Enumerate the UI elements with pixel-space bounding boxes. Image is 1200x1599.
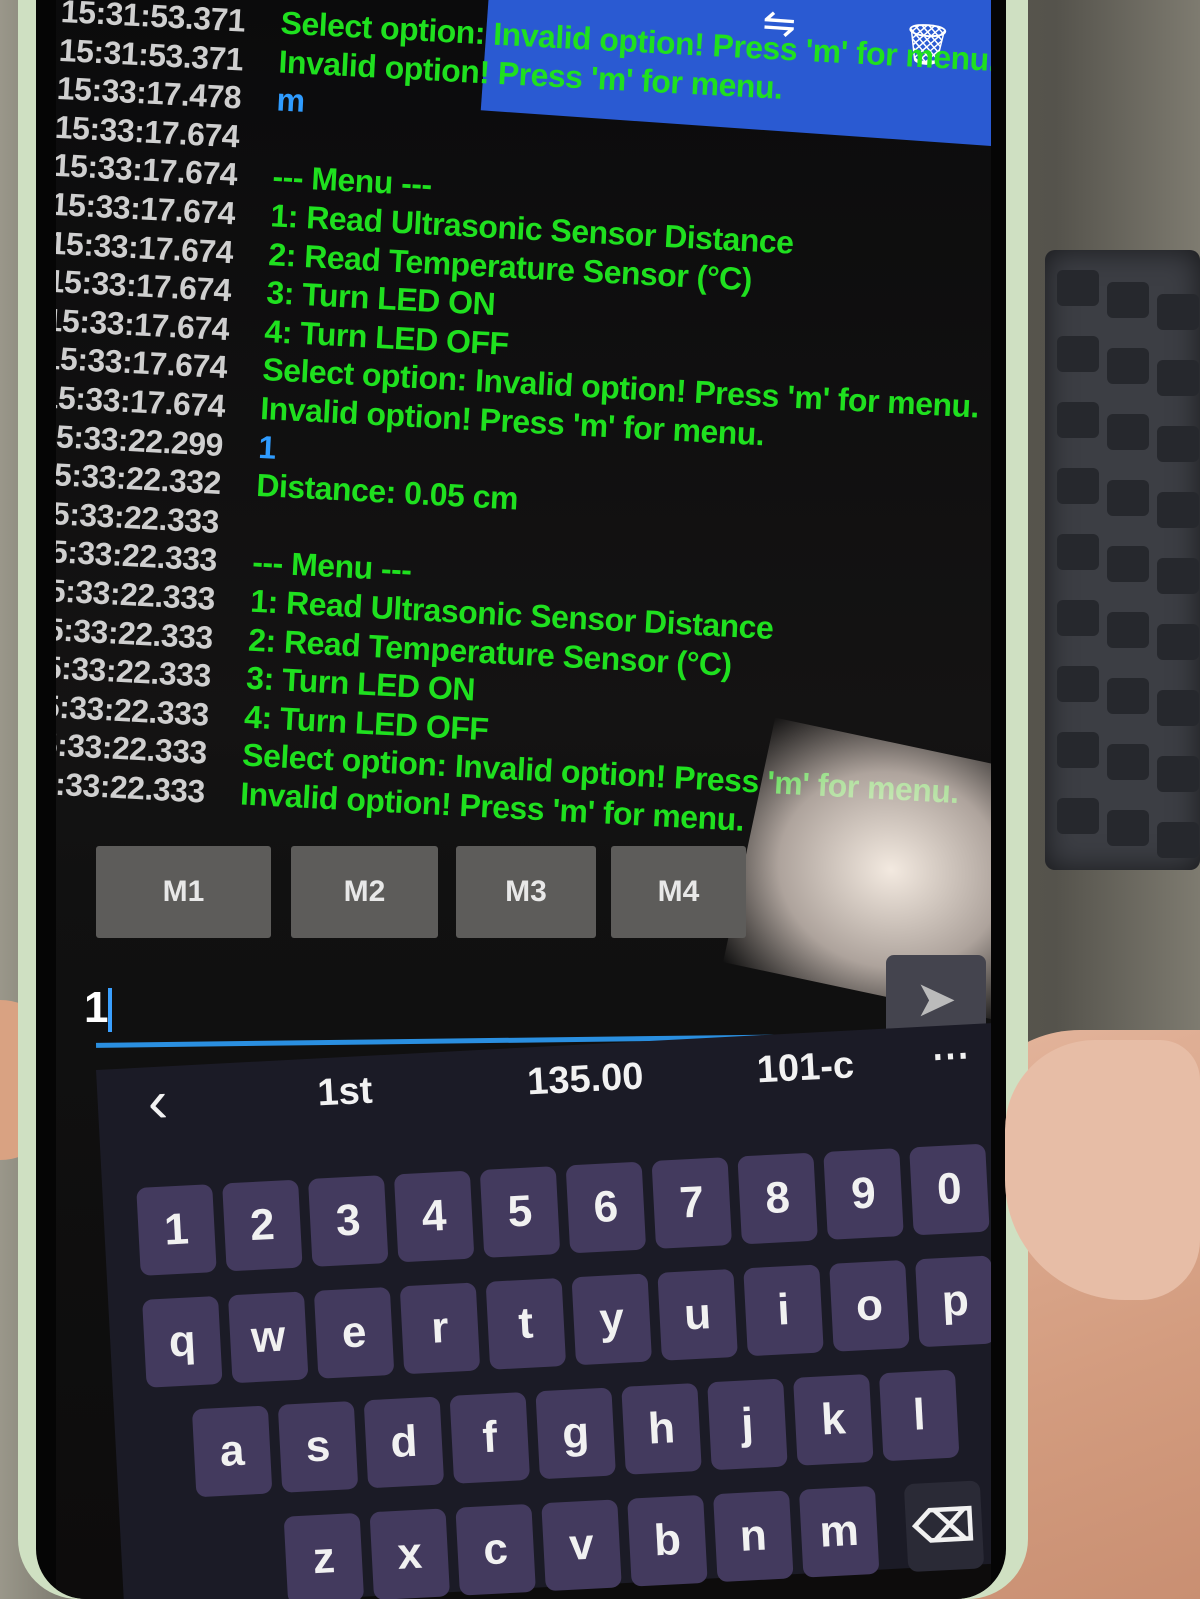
suggestion-2[interactable]: 135.00: [526, 1055, 644, 1104]
key-8[interactable]: 8: [737, 1152, 818, 1245]
laptop-key: [1107, 348, 1149, 384]
key-l[interactable]: l: [878, 1369, 960, 1462]
key-z[interactable]: z: [283, 1512, 365, 1599]
laptop-key: [1107, 546, 1149, 582]
laptop-keyboard: [1045, 250, 1200, 870]
macro-button-m4[interactable]: M4: [611, 846, 746, 938]
macro-button-m3[interactable]: M3: [456, 846, 596, 938]
key-k[interactable]: k: [793, 1373, 874, 1466]
laptop-key: [1157, 756, 1199, 792]
laptop-key: [1107, 810, 1149, 846]
terminal-output: 15:31:53.371 Select option: Invalid optio…: [56, 0, 991, 852]
laptop-key: [1157, 822, 1199, 858]
laptop-key: [1157, 624, 1199, 660]
key-p[interactable]: p: [915, 1255, 991, 1348]
laptop-key: [1057, 798, 1099, 834]
key-u[interactable]: u: [657, 1268, 738, 1361]
laptop-key: [1107, 744, 1149, 780]
key-5[interactable]: 5: [479, 1166, 561, 1258]
key-c[interactable]: c: [455, 1503, 536, 1596]
key-b[interactable]: b: [627, 1494, 708, 1587]
key-m[interactable]: m: [798, 1485, 880, 1578]
send-input[interactable]: 1: [84, 980, 864, 1035]
sent-text: 1: [257, 428, 277, 466]
laptop-key: [1107, 480, 1149, 516]
key-h[interactable]: h: [621, 1382, 702, 1475]
soft-keyboard: ‹ 1st 135.00 101-c ⋯ 1234567890 qwertyuio…: [96, 1021, 991, 1599]
key-e[interactable]: e: [313, 1286, 395, 1379]
sent-text: m: [275, 81, 306, 120]
received-text: --- Menu ---: [271, 158, 433, 203]
key-4[interactable]: 4: [393, 1170, 475, 1263]
key-w[interactable]: w: [227, 1291, 309, 1384]
laptop-key: [1057, 534, 1099, 570]
key-f[interactable]: f: [449, 1391, 531, 1484]
backspace-icon[interactable]: ⌫: [903, 1480, 985, 1573]
send-icon: ➤: [915, 971, 957, 1027]
key-a[interactable]: a: [191, 1405, 273, 1498]
key-3[interactable]: 3: [307, 1175, 389, 1267]
key-d[interactable]: d: [363, 1396, 445, 1489]
laptop-key: [1057, 336, 1099, 372]
suggestion-1[interactable]: 1st: [316, 1070, 373, 1116]
key-t[interactable]: t: [485, 1277, 567, 1370]
laptop-key: [1157, 294, 1199, 330]
key-i[interactable]: i: [743, 1264, 824, 1357]
laptop-key: [1107, 282, 1149, 318]
more-suggestions-icon[interactable]: ⋯: [930, 1032, 970, 1079]
key-9[interactable]: 9: [823, 1148, 904, 1240]
key-y[interactable]: y: [571, 1273, 653, 1366]
laptop-key: [1157, 360, 1199, 396]
key-7[interactable]: 7: [651, 1157, 733, 1249]
key-r[interactable]: r: [399, 1282, 481, 1375]
suggestion-3[interactable]: 101-c: [756, 1044, 855, 1092]
key-s[interactable]: s: [277, 1400, 359, 1493]
key-v[interactable]: v: [541, 1499, 622, 1592]
key-1[interactable]: 1: [136, 1184, 217, 1276]
key-2[interactable]: 2: [222, 1179, 303, 1272]
laptop-key: [1057, 468, 1099, 504]
macro-button-m1[interactable]: M1: [96, 846, 271, 938]
phone: ⇋ 🗑 ⋮ 15:31:53.371Select option: Invalid…: [36, 0, 1006, 1599]
laptop-key: [1157, 558, 1199, 594]
laptop-key: [1057, 402, 1099, 438]
laptop-key: [1107, 678, 1149, 714]
laptop-key: [1057, 732, 1099, 768]
serial-terminal-screen: ⇋ 🗑 ⋮ 15:31:53.371Select option: Invalid…: [56, 0, 991, 1599]
laptop-key: [1057, 666, 1099, 702]
laptop-key: [1107, 612, 1149, 648]
macro-button-m2[interactable]: M2: [291, 846, 438, 938]
laptop-key: [1057, 600, 1099, 636]
laptop-key: [1057, 270, 1099, 306]
text-caret: [108, 988, 113, 1033]
key-n[interactable]: n: [713, 1490, 794, 1583]
chevron-left-icon[interactable]: ‹: [146, 1066, 170, 1136]
key-g[interactable]: g: [535, 1387, 616, 1480]
key-0[interactable]: 0: [909, 1143, 990, 1236]
laptop-key: [1157, 492, 1199, 528]
laptop-key: [1157, 426, 1199, 462]
key-x[interactable]: x: [369, 1508, 451, 1599]
send-input-value: 1: [84, 983, 109, 1032]
received-text: --- Menu ---: [251, 544, 413, 589]
key-q[interactable]: q: [142, 1295, 223, 1388]
laptop-key: [1157, 690, 1199, 726]
laptop-key: [1107, 414, 1149, 450]
key-6[interactable]: 6: [565, 1161, 647, 1254]
key-j[interactable]: j: [707, 1378, 788, 1471]
key-o[interactable]: o: [829, 1259, 910, 1352]
